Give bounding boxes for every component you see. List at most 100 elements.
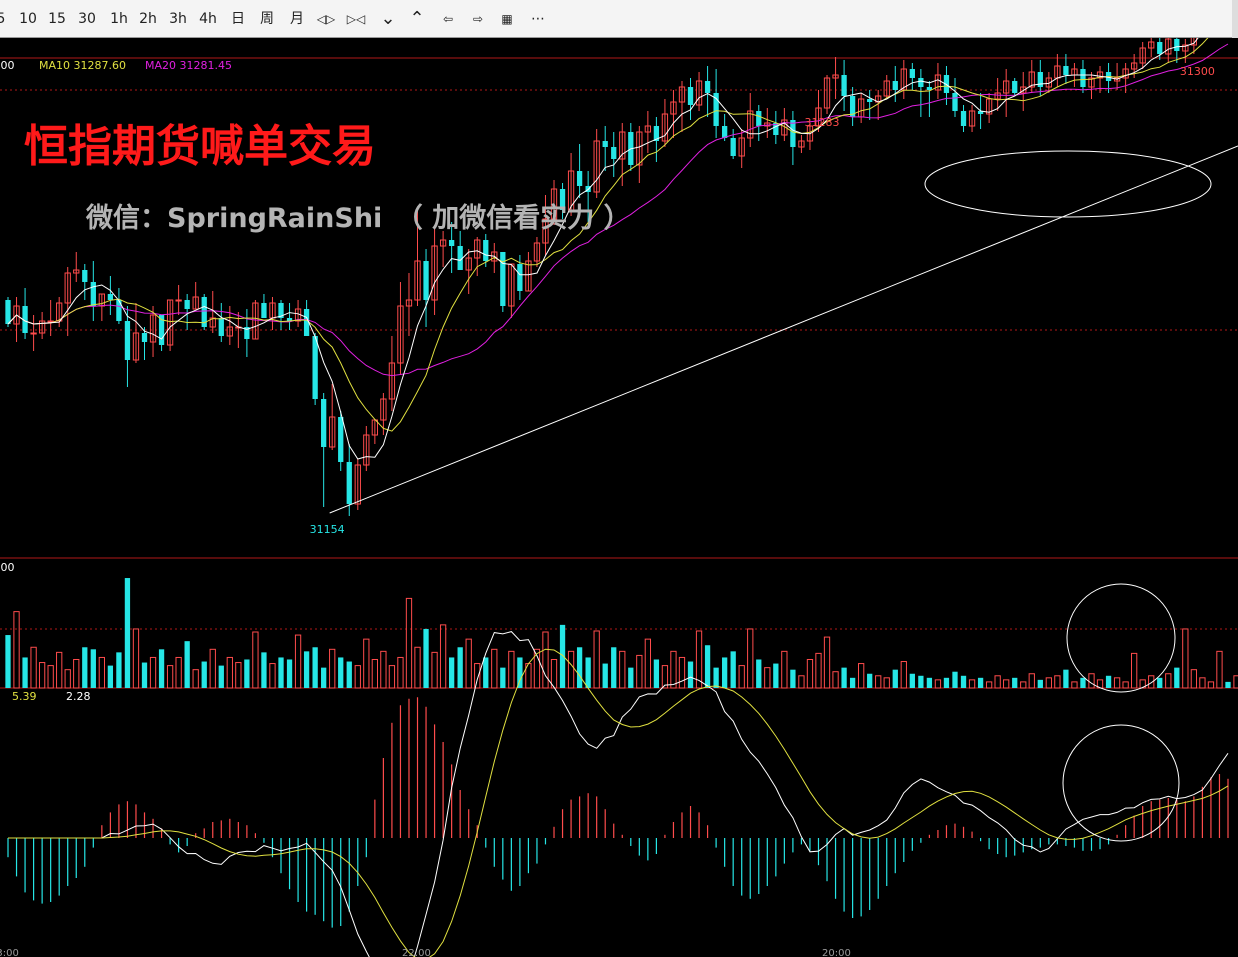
candle-body-up — [30, 332, 37, 335]
volume-bar-down — [158, 649, 165, 688]
more-button[interactable]: ⋯ — [527, 8, 549, 30]
candle-body-down — [960, 111, 967, 126]
period-4h-button[interactable]: 4h — [197, 8, 219, 30]
compress-horizontal-icon: ▷◁ — [346, 12, 366, 26]
period-10m-button[interactable]: 10 — [17, 8, 39, 30]
period-month-button[interactable]: 月 — [288, 8, 306, 30]
volume-bar-up — [388, 665, 396, 689]
period-4h-label: 4h — [199, 11, 217, 27]
layout-grid-icon: ▦ — [501, 12, 513, 26]
period-5m-label: 5 — [0, 11, 6, 27]
volume-bar-up — [1122, 681, 1129, 689]
period-10m-label: 10 — [19, 11, 37, 27]
volume-bar-up — [968, 679, 976, 689]
period-week-button[interactable]: 周 — [257, 8, 277, 30]
volume-bar-up — [1045, 677, 1052, 689]
volume-bar-down — [448, 657, 455, 688]
volume-bar-up — [235, 662, 242, 689]
candle-body-down — [483, 240, 489, 261]
volume-bar-up — [1199, 677, 1206, 689]
volume-bar-up — [329, 648, 336, 689]
layout-button[interactable]: ▦ — [497, 8, 517, 30]
volume-bar-down — [321, 667, 327, 688]
candle-body-down — [141, 333, 148, 342]
0|price-legend-text: 4.00 — [0, 59, 15, 72]
chart-area[interactable]: 31283 31154 31300 4.00 MA10 31287.60 MA20 31… — [0, 38, 1238, 957]
volume-bar-down — [303, 651, 310, 688]
period-1h-button[interactable]: 1h — [108, 8, 130, 30]
volume-bar-down — [977, 677, 984, 688]
drawing-objects — [329, 145, 1238, 842]
volume-bar-up — [38, 662, 46, 689]
ma10-line — [7, 38, 1209, 432]
toolbar-edge — [1232, 0, 1238, 38]
volume-bar-up — [1216, 650, 1223, 689]
candle-body-down — [517, 264, 523, 291]
volume-bar-up — [226, 656, 233, 689]
volume-bar-up — [1003, 679, 1010, 689]
candle-body-down — [867, 99, 873, 102]
move-left-button[interactable]: ⇦ — [438, 8, 458, 30]
candle-body-down — [107, 294, 114, 300]
period-week-label: 周 — [260, 11, 274, 27]
volume-bar-down — [611, 647, 617, 688]
ma5-line — [7, 38, 1199, 460]
candle-body-down — [321, 399, 327, 447]
volume-bar-up — [414, 646, 421, 689]
volume-bar-down — [721, 657, 728, 688]
0|price-legend-text: MA10 31287.60 — [39, 59, 126, 72]
volume-bar-down — [286, 659, 293, 688]
volume-bar-up — [252, 631, 259, 689]
volume-bar-up — [73, 658, 80, 689]
expand-horizontal-icon: ◁▷ — [316, 12, 336, 26]
volume-bar-down — [730, 651, 736, 688]
period-3h-button[interactable]: 3h — [167, 8, 189, 30]
candle-body-down — [184, 300, 190, 309]
period-5m-button[interactable]: 5 — [0, 8, 10, 30]
period-30m-label: 30 — [78, 11, 96, 27]
volume-bar-up — [294, 634, 302, 689]
price-annotation: 31283 — [804, 116, 839, 129]
zoom-out-button[interactable]: ▷◁ — [345, 8, 367, 30]
candle-body-down — [500, 252, 506, 306]
volume-bar-up — [474, 663, 481, 689]
volume-bar-down — [141, 662, 148, 688]
volume-bar-down — [713, 667, 719, 688]
scroll-down-button[interactable]: ⌄ — [378, 8, 398, 30]
volume-bar-up — [747, 628, 754, 689]
volume-bar-up — [1182, 628, 1189, 689]
volume-bar-up — [832, 671, 839, 689]
volume-bar-up — [64, 669, 71, 689]
period-30m-button[interactable]: 30 — [76, 8, 98, 30]
period-2h-button[interactable]: 2h — [137, 8, 159, 30]
period-15m-button[interactable]: 15 — [46, 8, 68, 30]
period-1h-label: 1h — [110, 11, 128, 27]
volume-bar-down — [107, 665, 114, 688]
candle-body-up — [47, 320, 54, 323]
zoom-in-button[interactable]: ◁▷ — [315, 8, 337, 30]
volume-bar-up — [670, 650, 677, 689]
time-axis-label: 22:00 — [402, 948, 431, 957]
candle-body-down — [730, 138, 736, 156]
period-day-button[interactable]: 日 — [229, 8, 247, 30]
volume-bar-up — [764, 667, 771, 689]
2|macd-legend-text: 5.39 — [12, 690, 37, 703]
volume-bar-up — [491, 648, 498, 689]
scroll-up-button[interactable]: ⌃ — [407, 8, 427, 30]
candle-body-down — [1157, 42, 1163, 54]
chevron-double-up-icon: ⌃ — [409, 8, 425, 29]
volume-bar-down — [1174, 667, 1180, 688]
volume-bar-down — [559, 624, 566, 688]
volume-bar-down — [952, 671, 958, 688]
candle-body-down — [611, 147, 617, 159]
volume-bar-up — [209, 648, 216, 689]
volume-bar-down — [312, 647, 318, 688]
arrow-left-icon: ⇦ — [442, 12, 454, 26]
candle-body-down — [918, 78, 924, 87]
candle-body-down — [687, 87, 694, 105]
volume-bar-down — [849, 677, 856, 688]
candle-body-down — [704, 81, 711, 93]
move-right-button[interactable]: ⇨ — [468, 8, 488, 30]
volume-bar-up — [269, 663, 276, 689]
highlight-circle-volume — [1066, 583, 1176, 693]
